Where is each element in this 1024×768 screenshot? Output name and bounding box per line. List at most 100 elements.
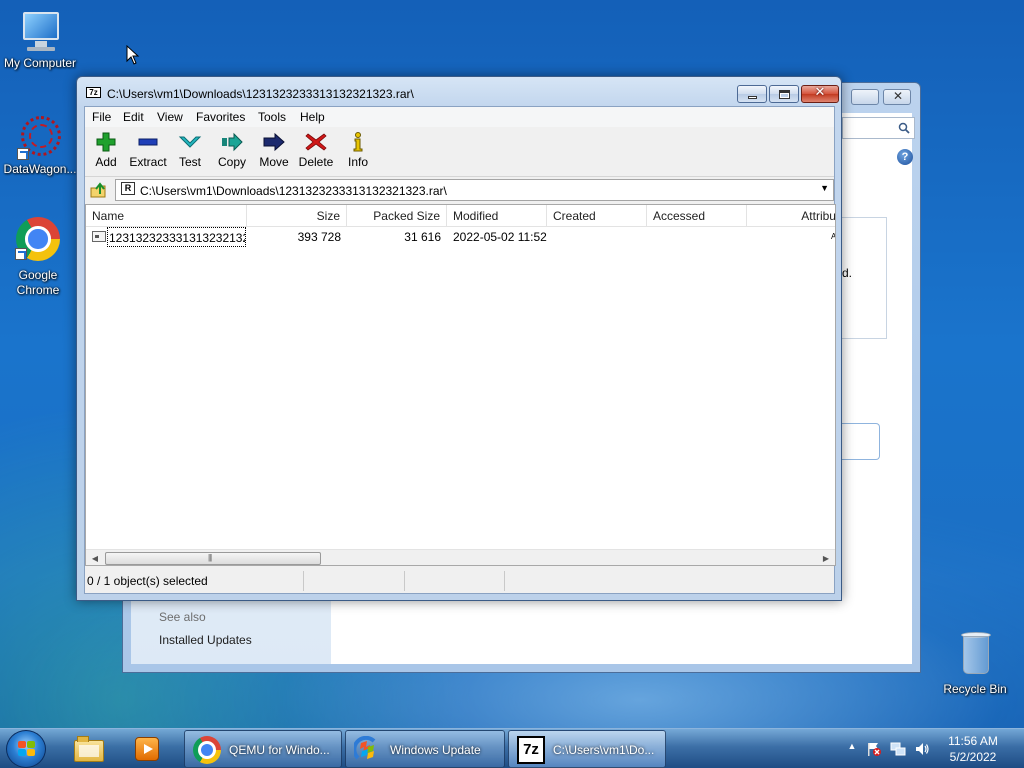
clock-date: 5/2/2022 [949,750,997,764]
column-size[interactable]: Size [247,205,347,227]
datawagon-icon [17,114,63,160]
maximize-icon [779,90,790,99]
list-header: Name Size Packed Size Modified Created A… [86,205,835,227]
desktop-icon-datawagon[interactable]: DataWagon... [0,114,80,177]
desktop-icon-label: Recycle Bin [943,682,1007,696]
7zip-window[interactable]: 7z C:\Users\vm1\Downloads\12313232333131… [76,76,842,601]
installed-updates-link[interactable]: Installed Updates [159,633,252,647]
cell-packed-size: 31 616 [404,230,441,244]
taskbar-task-qemu[interactable]: QEMU for Windo... [184,730,342,768]
close-icon: ✕ [814,85,826,100]
maximize-button[interactable] [769,85,799,103]
taskbar-pin-media-player[interactable] [122,731,174,767]
desktop-icon-label: Google Chrome [16,268,60,297]
add-button[interactable]: Add [85,129,127,175]
toolbar: Add Extract Test Copy Move Delete Info [85,127,834,177]
volume-icon[interactable] [914,741,930,757]
column-packed-size[interactable]: Packed Size [347,205,447,227]
extract-button[interactable]: Extract [127,129,169,175]
test-button[interactable]: Test [169,129,211,175]
bg-close-button[interactable]: ✕ [883,89,911,105]
status-part-2 [305,571,405,591]
cell-size: 393 728 [297,230,341,244]
address-path: C:\Users\vm1\Downloads\12313232333131323… [140,184,447,198]
bg-search-box[interactable] [842,117,915,139]
cell-name: 1231323233313132321323 [107,227,246,247]
help-icon[interactable]: ? [897,149,913,165]
status-bar: 0 / 1 object(s) selected [85,569,834,593]
my-computer-icon [17,8,63,54]
status-part-3 [405,571,505,591]
taskbar-pin-explorer[interactable] [64,731,116,767]
chrome-icon [193,736,221,764]
windows-update-icon [352,735,382,764]
see-also-label: See also [159,610,206,624]
up-folder-button[interactable] [88,180,110,200]
menu-bar: File Edit View Favorites Tools Help [85,107,834,127]
test-icon [178,131,202,153]
copy-button[interactable]: Copy [211,129,253,175]
menu-tools[interactable]: Tools [258,110,286,124]
7zip-app-icon: 7z [86,87,101,98]
scroll-thumb[interactable]: ||| [105,552,321,565]
column-attributes[interactable]: Attribute [747,205,835,227]
taskbar: QEMU for Windo... Windows Update 7z C:\U… [0,728,1024,768]
delete-icon [304,131,328,153]
shortcut-arrow-icon [17,148,29,160]
7zip-icon: 7z [517,736,545,764]
menu-help[interactable]: Help [300,110,325,124]
column-accessed[interactable]: Accessed [647,205,747,227]
status-selection: 0 / 1 object(s) selected [85,571,304,591]
close-button[interactable]: ✕ [801,85,839,103]
copy-icon [220,131,244,153]
menu-view[interactable]: View [157,110,183,124]
clock-time: 11:56 AM [948,734,998,748]
bg-fragment-text: d. [842,266,853,280]
column-modified[interactable]: Modified [447,205,547,227]
desktop-icon-label: DataWagon... [3,162,77,176]
desktop-icon-recycle-bin[interactable]: Recycle Bin [935,630,1015,697]
bg-maximize-button[interactable] [851,89,879,105]
rar-archive-icon: R [121,182,135,195]
menu-file[interactable]: File [92,110,111,124]
chevron-down-icon[interactable]: ▼ [820,183,829,193]
status-part-4 [505,571,836,591]
start-button[interactable] [6,730,46,768]
column-name[interactable]: Name [86,205,247,227]
move-button[interactable]: Move [253,129,295,175]
window-title: C:\Users\vm1\Downloads\12313232333131323… [107,87,414,101]
bg-content-panel: d. [842,217,887,339]
horizontal-scrollbar[interactable]: ◀ ||| ▶ [86,549,835,565]
taskbar-clock[interactable]: 11:56 AM 5/2/2022 [930,733,1016,765]
windows-logo-icon [18,741,36,758]
bg-action-box[interactable] [842,423,880,460]
desktop-icon-google-chrome[interactable]: Google Chrome [0,216,78,298]
desktop-icon-my-computer[interactable]: My Computer [0,8,80,71]
action-center-flag-icon[interactable] [866,741,882,757]
mouse-cursor-icon [126,44,140,68]
network-icon[interactable] [890,741,906,757]
column-created[interactable]: Created [547,205,647,227]
show-hidden-icons-chevron-up-icon[interactable]: ▲ [844,741,860,757]
minimize-icon [748,96,757,99]
address-bar-row: R C:\Users\vm1\Downloads\123132323331313… [85,178,834,204]
file-list[interactable]: Name Size Packed Size Modified Created A… [85,204,836,566]
cell-modified: 2022-05-02 11:52 [453,230,547,244]
menu-edit[interactable]: Edit [123,110,144,124]
taskbar-task-windows-update[interactable]: Windows Update [345,730,505,768]
minimize-button[interactable] [737,85,767,103]
up-folder-icon [90,182,106,198]
scroll-right-icon[interactable]: ▶ [819,552,833,565]
delete-button[interactable]: Delete [295,129,337,175]
table-row[interactable]: 1231323233313132321323 393 728 31 616 20… [86,227,835,247]
window-client-area: File Edit View Favorites Tools Help Add … [84,106,836,594]
cell-attributes: A [831,232,836,241]
add-icon [94,131,118,153]
title-bar[interactable]: 7z C:\Users\vm1\Downloads\12313232333131… [77,77,841,107]
address-input[interactable]: R C:\Users\vm1\Downloads\123132323331313… [115,179,834,201]
info-button[interactable]: Info [337,129,379,175]
taskbar-task-7zip[interactable]: 7z C:\Users\vm1\Do... [508,730,666,768]
menu-favorites[interactable]: Favorites [196,110,245,124]
media-player-icon [135,737,159,761]
scroll-left-icon[interactable]: ◀ [88,552,102,565]
